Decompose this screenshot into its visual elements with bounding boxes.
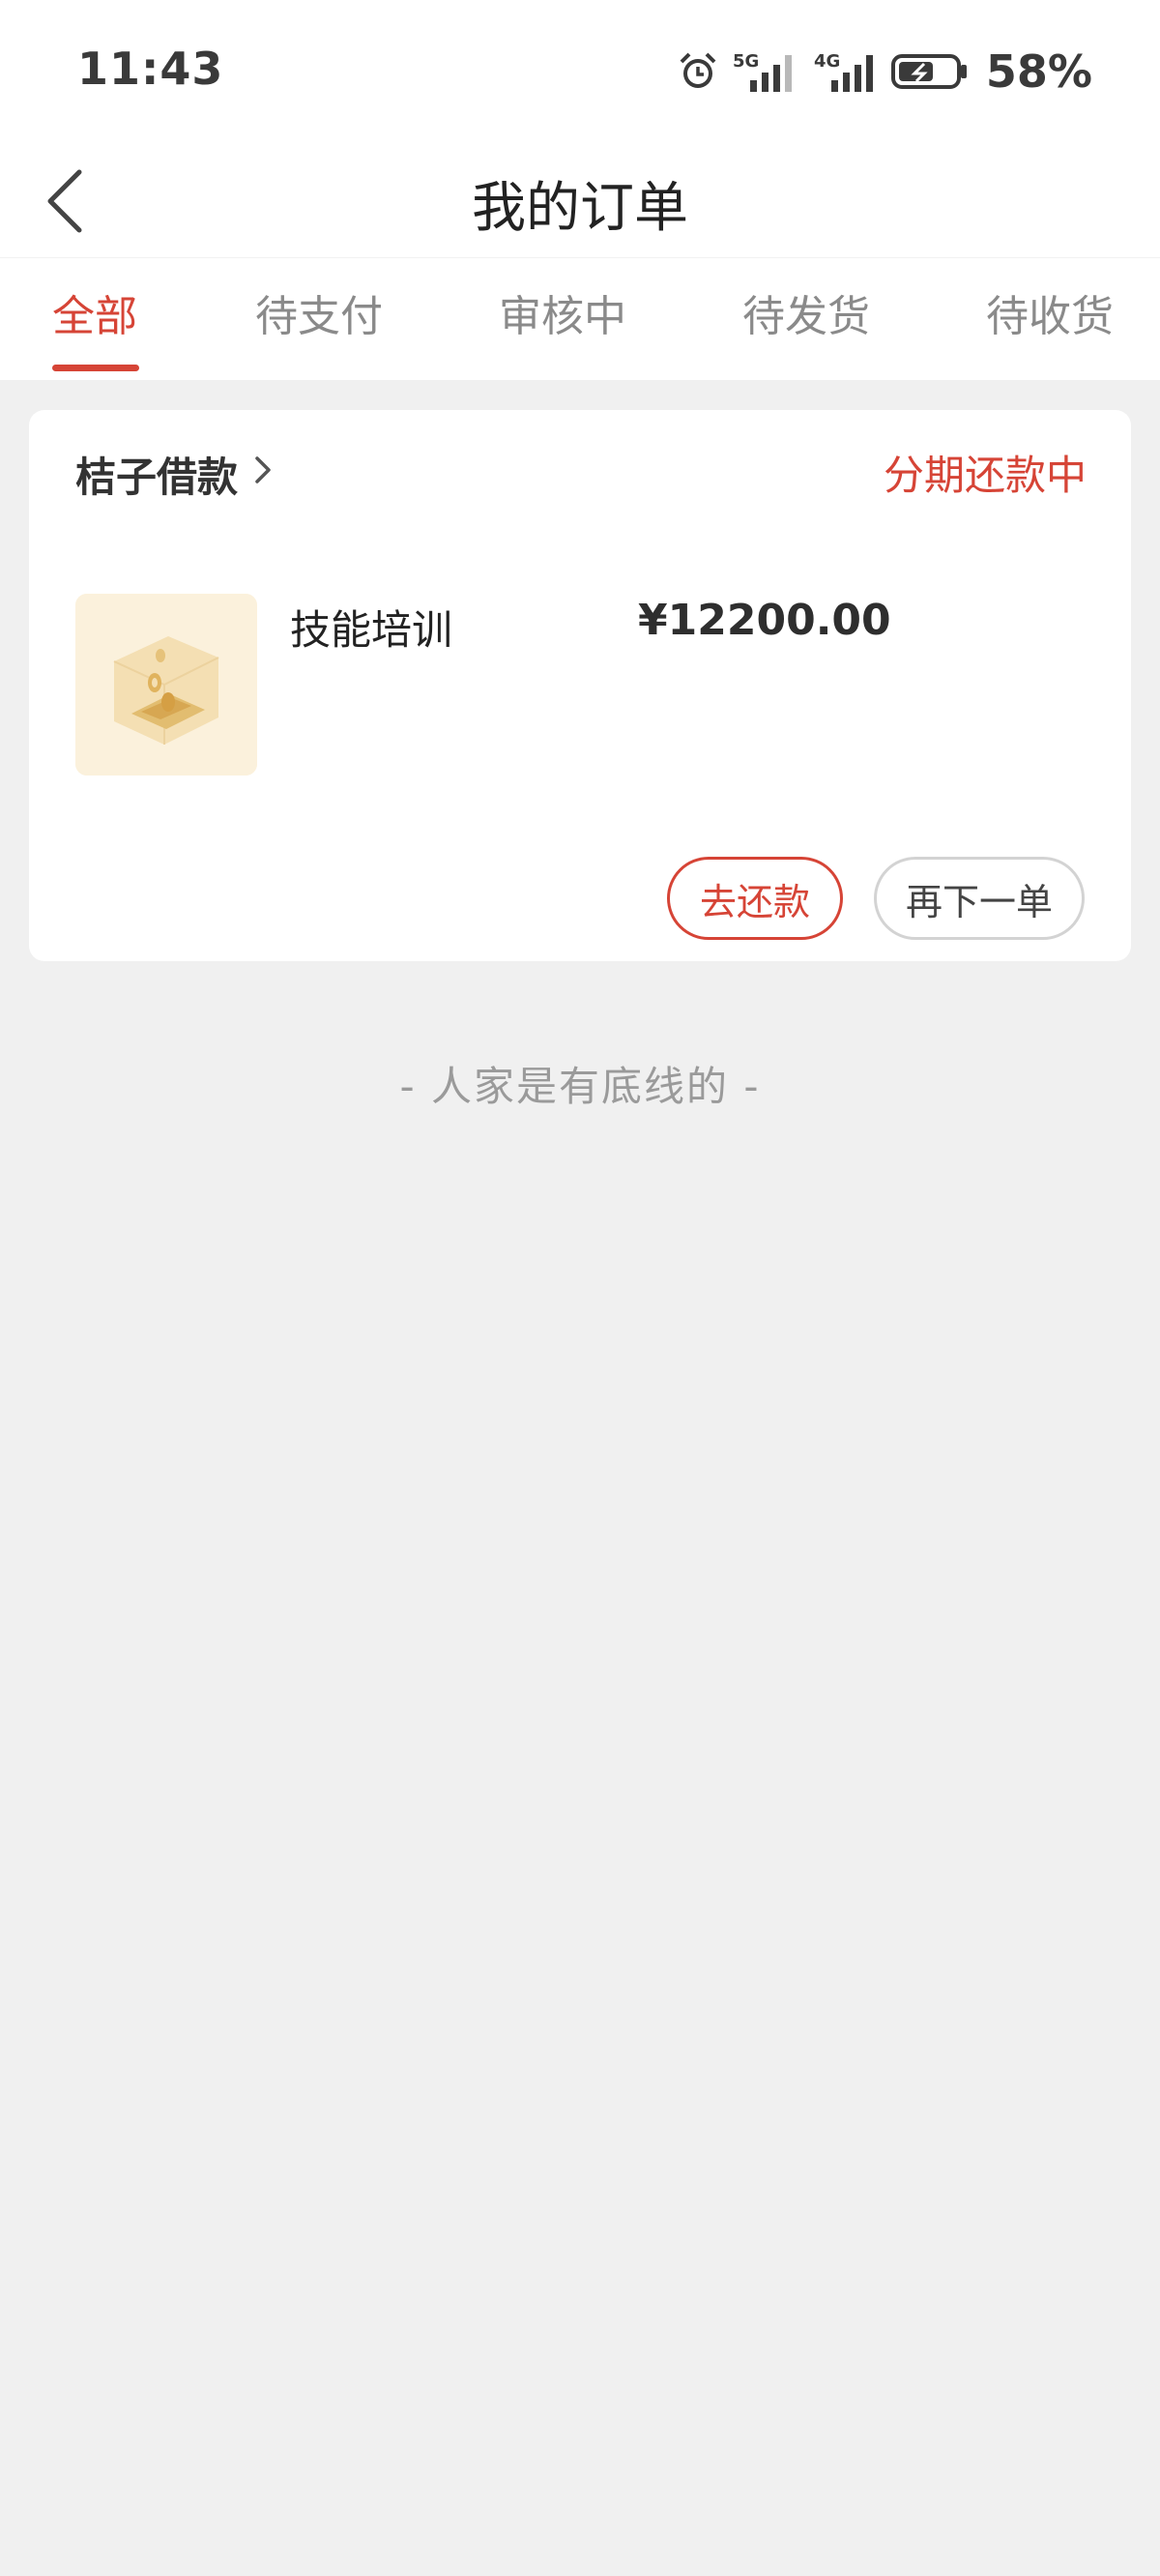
tab-pending-payment[interactable]: 待支付 bbox=[255, 281, 383, 343]
battery-icon bbox=[890, 50, 969, 93]
page-title: 我的订单 bbox=[472, 177, 688, 240]
tab-all[interactable]: 全部 bbox=[52, 281, 137, 343]
tab-to-ship[interactable]: 待发货 bbox=[742, 281, 870, 343]
merchant-name: 桔子借款 bbox=[75, 454, 239, 501]
product-thumbnail bbox=[75, 594, 257, 776]
reorder-button[interactable]: 再下一单 bbox=[874, 857, 1085, 940]
repay-button[interactable]: 去还款 bbox=[667, 857, 843, 940]
signal-5g-icon: 5G bbox=[733, 49, 800, 94]
status-time: 11:43 bbox=[77, 43, 224, 95]
chevron-right-icon bbox=[251, 451, 276, 499]
active-tab-indicator bbox=[52, 365, 139, 371]
product-name: 技能培训 bbox=[290, 606, 453, 654]
order-card[interactable]: 桔子借款 分期还款中 技能培训 ¥12200.00 去还款 再下一单 bbox=[29, 410, 1131, 961]
status-bar: 11:43 5G 4G 58% bbox=[0, 0, 1160, 145]
signal-4g-icon: 4G bbox=[814, 49, 878, 94]
alarm-icon bbox=[677, 50, 719, 93]
tab-under-review[interactable]: 审核中 bbox=[499, 281, 626, 343]
merchant-link[interactable]: 桔子借款 bbox=[75, 445, 276, 504]
order-status: 分期还款中 bbox=[883, 452, 1087, 499]
nav-bar: 我的订单 bbox=[0, 145, 1160, 257]
end-of-list-text: - 人家是有底线的 - bbox=[399, 1063, 761, 1110]
network-type-5g: 5G bbox=[733, 51, 759, 72]
product-price: ¥12200.00 bbox=[638, 596, 891, 645]
status-icons: 5G 4G 58% bbox=[677, 43, 1092, 101]
order-tabs: 全部 待支付 审核中 待发货 待收货 bbox=[0, 257, 1160, 380]
tab-to-receive[interactable]: 待收货 bbox=[986, 281, 1114, 343]
battery-percent: 58% bbox=[985, 45, 1092, 98]
network-type-4g: 4G bbox=[814, 51, 840, 72]
